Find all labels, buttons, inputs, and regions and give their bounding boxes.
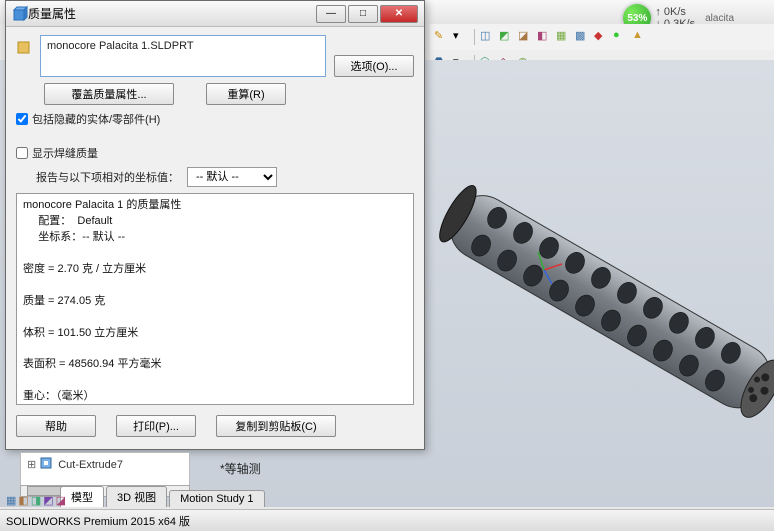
tool-icon[interactable]: ◆ bbox=[594, 29, 610, 45]
file-input[interactable]: monocore Palacita 1.SLDPRT bbox=[40, 35, 326, 77]
tool-icon[interactable]: ▦ bbox=[556, 29, 572, 45]
status-icons: ▦ ◧ ◨ ◩ ◪ bbox=[6, 494, 66, 507]
tab-model[interactable]: 模型 bbox=[60, 486, 104, 507]
part-icon bbox=[16, 39, 32, 55]
print-button[interactable]: 打印(P)... bbox=[116, 415, 196, 437]
override-button[interactable]: 覆盖质量属性... bbox=[44, 83, 174, 105]
tree-item[interactable]: ⊞ Cut-Extrude7 bbox=[23, 455, 187, 474]
tool-icon[interactable]: ▩ bbox=[575, 29, 591, 45]
tab-3dview[interactable]: 3D 视图 bbox=[106, 486, 167, 507]
show-weld-checkbox[interactable]: 显示焊缝质量 bbox=[16, 145, 414, 161]
show-weld-label: 显示焊缝质量 bbox=[32, 145, 98, 161]
status-icon[interactable]: ◪ bbox=[56, 494, 66, 507]
options-button[interactable]: 选项(O)... bbox=[334, 55, 414, 77]
status-bar: SOLIDWORKS Premium 2015 x64 版 bbox=[0, 509, 774, 531]
tab-fragment: alacita bbox=[705, 13, 734, 24]
close-button[interactable]: ✕ bbox=[380, 5, 418, 23]
perf-upload: ↑ 0K/s bbox=[655, 6, 695, 18]
tool-icon[interactable]: ◩ bbox=[499, 29, 515, 45]
mass-properties-dialog: 质量属性 — □ ✕ monocore Palacita 1.SLDPRT 选项… bbox=[5, 0, 425, 450]
include-hidden-checkbox[interactable]: 包括隐藏的实体/零部件(H) bbox=[16, 111, 414, 127]
dialog-titlebar[interactable]: 质量属性 — □ ✕ bbox=[6, 1, 424, 27]
maximize-button[interactable]: □ bbox=[348, 5, 378, 23]
tool-icon[interactable]: ● bbox=[613, 29, 629, 45]
cut-extrude-icon bbox=[40, 456, 54, 473]
show-weld-input[interactable] bbox=[16, 147, 28, 159]
include-hidden-label: 包括隐藏的实体/零部件(H) bbox=[32, 111, 160, 127]
recalc-button[interactable]: 重算(R) bbox=[206, 83, 286, 105]
tool-icon[interactable]: ◪ bbox=[518, 29, 534, 45]
part-render bbox=[394, 100, 774, 480]
tool-icon[interactable]: ◫ bbox=[480, 29, 496, 45]
command-toolbar: ✎ ▾ ◫ ◩ ◪ ◧ ▦ ▩ ◆ ● ▲ bbox=[430, 24, 774, 50]
status-icon[interactable]: ◨ bbox=[31, 494, 41, 507]
copy-button[interactable]: 复制到剪贴板(C) bbox=[216, 415, 336, 437]
coord-label: 报告与以下项相对的坐标值： bbox=[36, 169, 179, 185]
status-icon[interactable]: ◧ bbox=[18, 494, 28, 507]
tool-icon[interactable]: ◧ bbox=[537, 29, 553, 45]
report-textarea[interactable]: monocore Palacita 1 的质量属性 配置： Default 坐标… bbox=[16, 193, 414, 405]
tool-icon[interactable]: ▾ bbox=[453, 29, 469, 45]
expand-icon[interactable]: ⊞ bbox=[27, 458, 36, 471]
status-text: SOLIDWORKS Premium 2015 x64 版 bbox=[6, 513, 190, 529]
tool-icon[interactable]: ▲ bbox=[632, 29, 648, 45]
help-button[interactable]: 帮助 bbox=[16, 415, 96, 437]
sketch-icon[interactable]: ✎ bbox=[434, 29, 450, 45]
view-orientation-label: *等轴测 bbox=[220, 460, 261, 477]
coord-select[interactable]: -- 默认 -- bbox=[187, 167, 277, 187]
tab-motion[interactable]: Motion Study 1 bbox=[169, 490, 264, 507]
mass-icon bbox=[12, 6, 28, 22]
status-icon[interactable]: ▦ bbox=[6, 494, 16, 507]
status-icon[interactable]: ◩ bbox=[43, 494, 53, 507]
tree-item-label: Cut-Extrude7 bbox=[58, 459, 123, 471]
bottom-tabs: 模型 3D 视图 Motion Study 1 bbox=[60, 487, 265, 507]
minimize-button[interactable]: — bbox=[316, 5, 346, 23]
dialog-title: 质量属性 bbox=[28, 5, 314, 22]
include-hidden-input[interactable] bbox=[16, 113, 28, 125]
